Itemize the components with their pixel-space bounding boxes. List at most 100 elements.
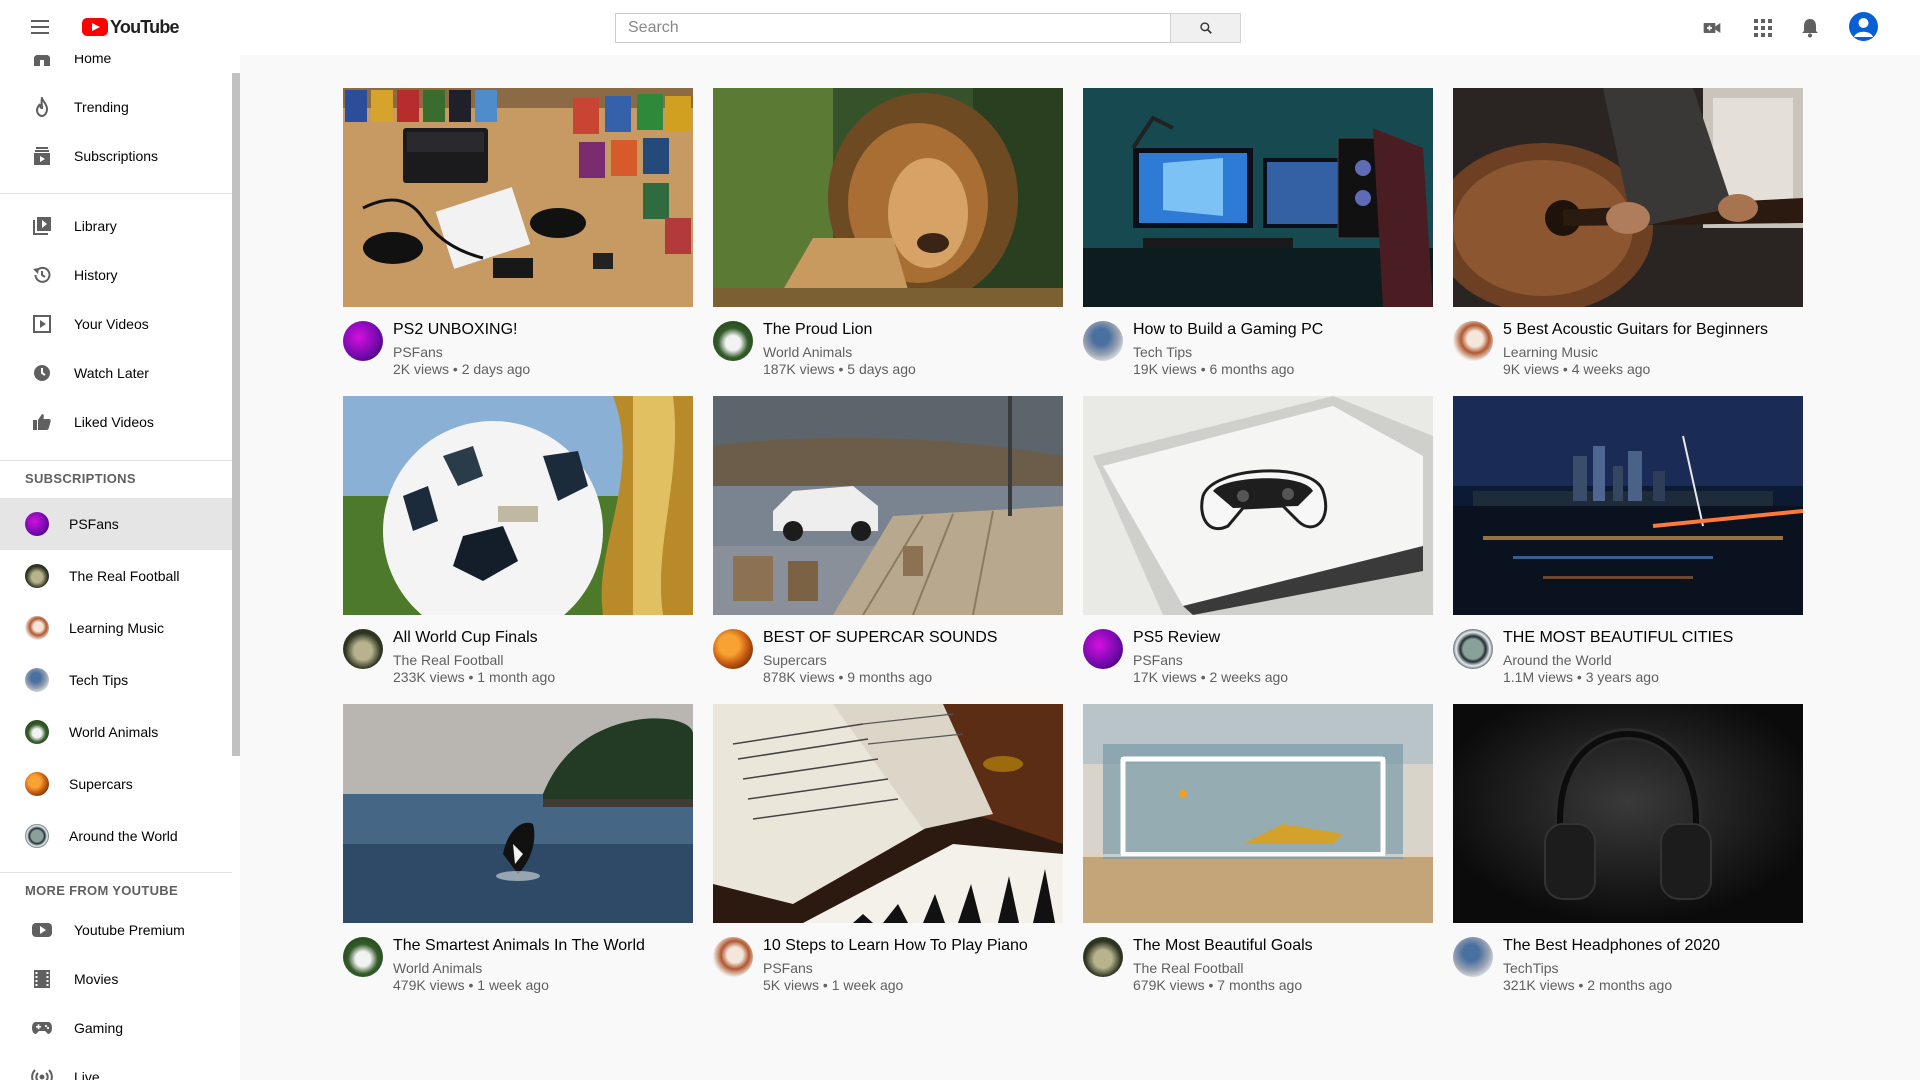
sidebar-subscription-around-the-world[interactable]: Around the World (0, 810, 232, 862)
history-icon (31, 264, 53, 286)
channel-name[interactable]: PSFans (393, 344, 443, 360)
video-title[interactable]: 5 Best Acoustic Guitars for Beginners (1503, 321, 1768, 339)
channel-name[interactable]: PSFans (763, 960, 813, 976)
channel-name[interactable]: The Real Football (1133, 960, 1244, 976)
subscriptions-icon (31, 145, 53, 167)
channel-avatar[interactable] (1083, 629, 1123, 669)
sidebar-subscription-tech-tips[interactable]: Tech Tips (0, 654, 232, 706)
channel-avatar[interactable] (713, 321, 753, 361)
sidebar-subscription-supercars[interactable]: Supercars (0, 758, 232, 810)
video-title[interactable]: How to Build a Gaming PC (1133, 321, 1323, 339)
sidebar-divider (0, 460, 232, 461)
sidebar-subscription-learning-music[interactable]: Learning Music (0, 602, 232, 654)
video-thumbnail[interactable] (1083, 704, 1433, 923)
video-thumbnail[interactable] (1083, 88, 1433, 307)
channel-avatar[interactable] (1453, 321, 1493, 361)
channel-avatar (25, 668, 49, 692)
video-card[interactable]: The Smartest Animals In The World World … (343, 704, 693, 1004)
sidebar-item-gaming[interactable]: Gaming (0, 1008, 232, 1048)
sidebar-scrollbar[interactable] (232, 73, 240, 756)
video-thumbnail[interactable] (713, 88, 1063, 307)
sidebar-item-trending[interactable]: Trending (0, 87, 232, 127)
sidebar-item-history[interactable]: History (0, 255, 232, 295)
channel-avatar[interactable] (1083, 937, 1123, 977)
video-card[interactable]: THE MOST BEAUTIFUL CITIES Around the Wor… (1453, 396, 1803, 696)
logo-text: YouTube (110, 16, 180, 37)
video-card[interactable]: How to Build a Gaming PC Tech Tips 19K v… (1083, 88, 1433, 388)
video-thumbnail[interactable] (343, 396, 693, 615)
video-title[interactable]: THE MOST BEAUTIFUL CITIES (1503, 629, 1733, 647)
sidebar-item-youtube-premium[interactable]: Youtube Premium (0, 910, 232, 950)
menu-icon[interactable] (31, 20, 49, 34)
account-avatar-icon[interactable] (1849, 12, 1878, 41)
video-thumbnail[interactable] (1453, 88, 1803, 307)
channel-avatar[interactable] (1083, 321, 1123, 361)
sidebar-item-subscriptions[interactable]: Subscriptions (0, 136, 232, 176)
video-card[interactable]: The Best Headphones of 2020 TechTips 321… (1453, 704, 1803, 1004)
video-card[interactable]: PS2 UNBOXING! PSFans 2K views • 2 days a… (343, 88, 693, 388)
video-thumbnail[interactable] (343, 88, 693, 307)
sidebar-item-label: Gaming (74, 1020, 124, 1036)
video-title[interactable]: PS5 Review (1133, 629, 1220, 647)
channel-avatar[interactable] (1453, 937, 1493, 977)
sidebar-item-movies[interactable]: Movies (0, 959, 232, 999)
sidebar-item-liked-videos[interactable]: Liked Videos (0, 402, 232, 442)
sidebar-divider (0, 872, 232, 873)
youtube-logo[interactable]: YouTube (82, 16, 180, 37)
video-title[interactable]: PS2 UNBOXING! (393, 321, 517, 339)
flame-icon (31, 96, 53, 118)
channel-name[interactable]: Learning Music (1503, 344, 1598, 360)
video-title[interactable]: BEST OF SUPERCAR SOUNDS (763, 629, 997, 647)
channel-avatar[interactable] (343, 629, 383, 669)
video-title[interactable]: The Smartest Animals In The World (393, 937, 645, 955)
video-title[interactable]: The Proud Lion (763, 321, 872, 339)
video-card[interactable]: All World Cup Finals The Real Football 2… (343, 396, 693, 696)
sidebar-subscription-world-animals[interactable]: World Animals (0, 706, 232, 758)
channel-avatar[interactable] (713, 937, 753, 977)
channel-name[interactable]: The Real Football (393, 652, 504, 668)
sidebar-item-label: Youtube Premium (74, 922, 185, 938)
video-title[interactable]: The Most Beautiful Goals (1133, 937, 1313, 955)
channel-name[interactable]: Around the World (1503, 652, 1612, 668)
video-card[interactable]: 5 Best Acoustic Guitars for Beginners Le… (1453, 88, 1803, 388)
apps-grid-icon[interactable] (1751, 16, 1775, 40)
channel-avatar[interactable] (713, 629, 753, 669)
video-thumbnail[interactable] (1083, 396, 1433, 615)
channel-name[interactable]: Tech Tips (1133, 344, 1192, 360)
video-card[interactable]: The Proud Lion World Animals 187K views … (713, 88, 1063, 388)
channel-name[interactable]: Supercars (763, 652, 827, 668)
video-card[interactable]: 10 Steps to Learn How To Play Piano PSFa… (713, 704, 1063, 1004)
video-title[interactable]: The Best Headphones of 2020 (1503, 937, 1720, 955)
sidebar-item-library[interactable]: Library (0, 206, 232, 246)
notifications-bell-icon[interactable] (1798, 16, 1822, 40)
video-thumbnail[interactable] (713, 396, 1063, 615)
sidebar-item-live[interactable]: Live (0, 1057, 232, 1080)
video-thumbnail[interactable] (1453, 396, 1803, 615)
channel-name[interactable]: PSFans (1133, 652, 1183, 668)
sidebar-subscription-label: Supercars (69, 776, 133, 792)
sidebar-subscription-the-real-football[interactable]: The Real Football (0, 550, 232, 602)
video-title[interactable]: 10 Steps to Learn How To Play Piano (763, 937, 1028, 955)
sidebar-item-home[interactable]: Home (0, 55, 232, 78)
sidebar-item-watch-later[interactable]: Watch Later (0, 353, 232, 393)
channel-name[interactable]: World Animals (393, 960, 482, 976)
channel-avatar[interactable] (343, 937, 383, 977)
search-button[interactable] (1170, 13, 1241, 43)
sidebar-subscription-label: Learning Music (69, 620, 164, 636)
sidebar-item-your-videos[interactable]: Your Videos (0, 304, 232, 344)
video-card[interactable]: PS5 Review PSFans 17K views • 2 weeks ag… (1083, 396, 1433, 696)
channel-avatar[interactable] (1453, 629, 1493, 669)
channel-name[interactable]: World Animals (763, 344, 852, 360)
video-card[interactable]: BEST OF SUPERCAR SOUNDS Supercars 878K v… (713, 396, 1063, 696)
channel-avatar (25, 512, 49, 536)
video-title[interactable]: All World Cup Finals (393, 629, 538, 647)
video-thumbnail[interactable] (713, 704, 1063, 923)
video-card[interactable]: The Most Beautiful Goals The Real Footba… (1083, 704, 1433, 1004)
create-video-icon[interactable] (1700, 16, 1724, 40)
video-thumbnail[interactable] (343, 704, 693, 923)
video-thumbnail[interactable] (1453, 704, 1803, 923)
search-input[interactable] (615, 13, 1170, 43)
channel-avatar[interactable] (343, 321, 383, 361)
channel-name[interactable]: TechTips (1503, 960, 1559, 976)
sidebar-subscription-psfans[interactable]: PSFans (0, 498, 232, 550)
